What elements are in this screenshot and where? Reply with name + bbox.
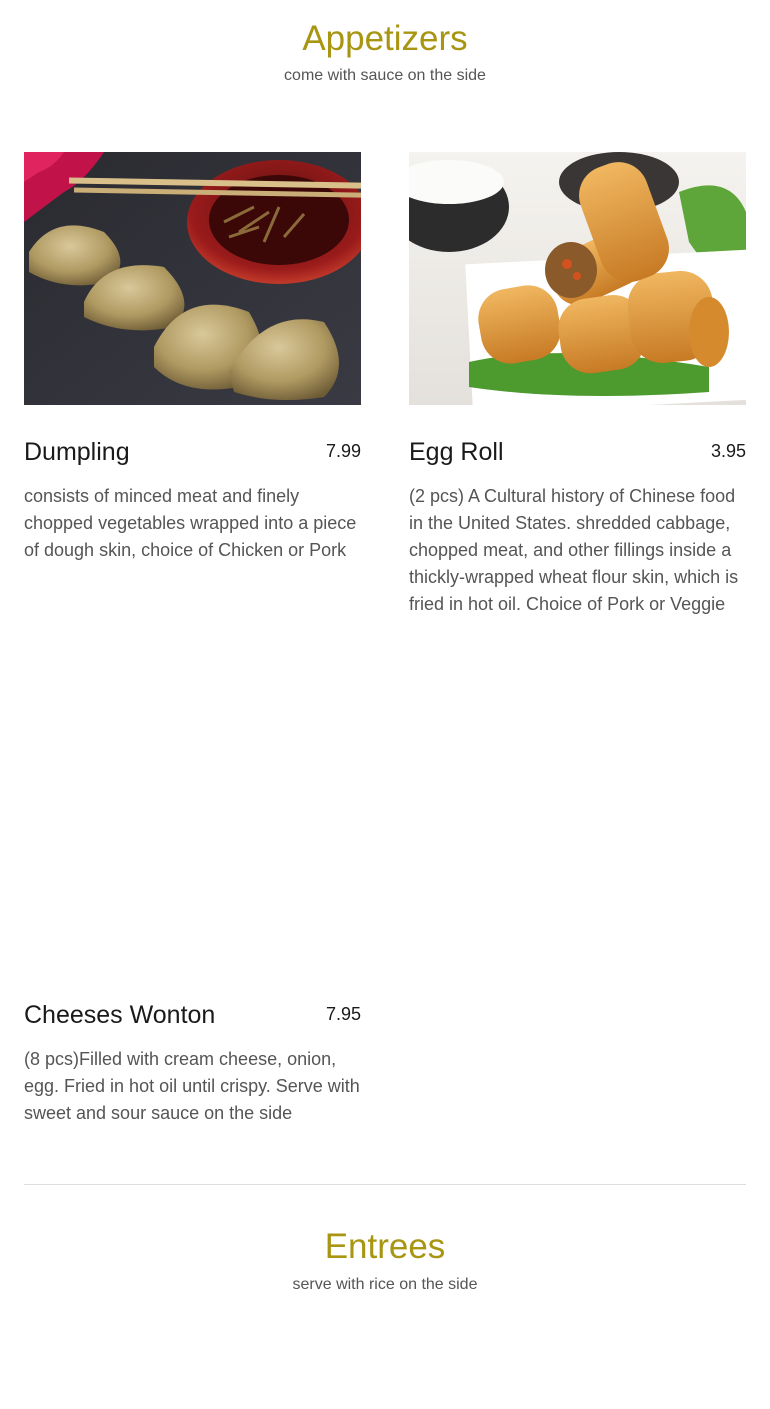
cheeses-wonton-description: (8 pcs)Filled with cream cheese, onion, … xyxy=(24,1049,360,1123)
section-divider xyxy=(24,1184,746,1185)
entrees-title: Entrees xyxy=(324,1227,446,1266)
dumpling-name: Dumpling xyxy=(24,438,130,466)
dumpling-description: consists of minced meat and finely chopp… xyxy=(24,486,357,560)
appetizers-subtitle: come with sauce on the side xyxy=(284,67,486,84)
egg-roll-image xyxy=(409,152,746,405)
cheeses-wonton-price: 7.95 xyxy=(325,1004,361,1024)
entrees-subtitle: serve with rice on the side xyxy=(292,1276,478,1293)
dumpling-price: 7.99 xyxy=(325,441,361,461)
cheeses-wonton-name: Cheeses Wonton xyxy=(24,1001,216,1029)
egg-roll-name: Egg Roll xyxy=(409,438,504,466)
egg-roll-photo[interactable] xyxy=(409,152,746,405)
dumpling-photo[interactable] xyxy=(24,152,361,405)
egg-roll-price: 3.95 xyxy=(710,441,746,461)
dumpling-image xyxy=(24,152,361,405)
menu-page: Appetizers come with sauce on the side D… xyxy=(0,0,770,1409)
appetizers-title: Appetizers xyxy=(302,19,468,58)
egg-roll-description: (2 pcs) A Cultural history of Chinese fo… xyxy=(409,486,739,614)
